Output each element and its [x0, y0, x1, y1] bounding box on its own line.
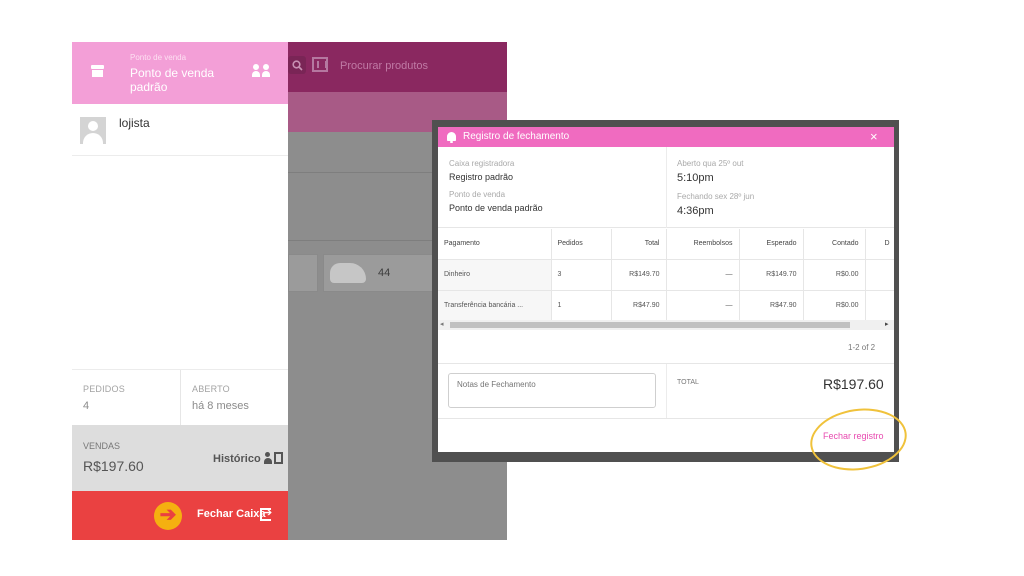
history-label: Histórico — [213, 452, 261, 465]
close-cash-button[interactable]: ➔ Fechar Caixa — [72, 491, 288, 540]
column-header[interactable]: Esperado — [739, 229, 804, 260]
closing-notes-input[interactable] — [448, 373, 656, 408]
pos-name: Ponto de venda padrão — [130, 66, 215, 94]
user-row: lojista — [72, 104, 288, 156]
scroll-right-icon[interactable]: ▸ — [885, 320, 889, 328]
opened-label: Aberto qua 25º out — [677, 159, 744, 168]
total-label: TOTAL — [677, 379, 699, 386]
horizontal-scrollbar[interactable]: ◂ ▸ — [438, 320, 894, 330]
product-image — [330, 263, 366, 283]
opened-time: 5:10pm — [677, 172, 714, 184]
barcode-icon[interactable] — [312, 57, 328, 72]
payments-table: Pagamento Pedidos Total Reembolsos Esper… — [438, 229, 894, 322]
table-row: Transferência bancária ... 1 R$47.90 — R… — [438, 290, 894, 322]
table-cell: R$149.70 — [611, 259, 667, 291]
users-icon[interactable] — [252, 64, 270, 78]
search-input[interactable]: Procurar produtos — [340, 60, 428, 72]
column-header[interactable]: Pagamento — [438, 229, 552, 260]
bell-icon — [447, 132, 456, 143]
closing-register-modal: Registro de fechamento × Caixa registrad… — [438, 127, 894, 452]
table-cell: — — [666, 290, 740, 322]
table-cell: R$0.00 — [803, 290, 866, 322]
table-cell: Transferência bancária ... — [438, 290, 552, 322]
table-cell: 1 — [551, 290, 612, 322]
pagination-info: 1-2 of 2 — [848, 343, 876, 352]
sales-box: VENDAS R$197.60 Histórico — [72, 425, 288, 491]
column-header[interactable]: Pedidos — [551, 229, 612, 260]
pos-label: Ponto de venda — [449, 190, 506, 199]
table-cell: 3 — [551, 259, 612, 291]
table-cell: R$0.00 — [803, 259, 866, 291]
table-cell — [865, 290, 894, 322]
closed-label: Fechando sex 28º jun — [677, 192, 755, 201]
table-cell: Dinheiro — [438, 259, 552, 291]
stat-divider — [180, 370, 181, 426]
arrow-right-icon: ➔ — [154, 502, 182, 530]
pos-value: Ponto de venda padrão — [449, 203, 543, 213]
history-button[interactable]: Histórico — [213, 452, 283, 465]
sales-value: R$197.60 — [83, 458, 144, 474]
register-info: Caixa registradora Registro padrão Ponto… — [438, 147, 894, 228]
payments-table-container[interactable]: Pagamento Pedidos Total Reembolsos Esper… — [438, 229, 894, 333]
info-divider — [666, 147, 667, 228]
orders-label: PEDIDOS — [83, 384, 125, 394]
modal-title: Registro de fechamento — [463, 131, 570, 142]
pos-header[interactable]: Ponto de venda Ponto de venda padrão — [72, 42, 288, 104]
product-card[interactable] — [288, 254, 318, 292]
table-header-row: Pagamento Pedidos Total Reembolsos Esper… — [438, 229, 894, 260]
user-name: lojista — [119, 116, 150, 130]
close-cash-label: Fechar Caixa — [197, 508, 266, 520]
closed-time: 4:36pm — [677, 205, 714, 217]
table-cell: — — [666, 259, 740, 291]
register-label: Caixa registradora — [449, 159, 515, 168]
open-stat: ABERTO há 8 meses — [192, 384, 249, 412]
pos-label: Ponto de venda — [130, 53, 187, 62]
register-value: Registro padrão — [449, 172, 514, 182]
orders-value: 4 — [83, 400, 90, 412]
column-header[interactable]: D — [865, 229, 894, 260]
column-header[interactable]: Total — [611, 229, 667, 260]
table-row: Dinheiro 3 R$149.70 — R$149.70 R$0.00 — [438, 259, 894, 291]
open-value: há 8 meses — [192, 400, 249, 412]
table-cell: R$47.90 — [739, 290, 804, 322]
column-header[interactable]: Reembolsos — [666, 229, 740, 260]
open-label: ABERTO — [192, 384, 230, 394]
sales-label: VENDAS — [83, 441, 121, 451]
product-card[interactable]: 44 — [323, 254, 433, 292]
orders-stat: PEDIDOS 4 — [83, 384, 125, 412]
register-stats: PEDIDOS 4 ABERTO há 8 meses — [72, 369, 288, 426]
close-icon[interactable]: × — [870, 129, 878, 144]
divider — [666, 364, 667, 418]
total-value: R$197.60 — [823, 376, 884, 392]
column-header[interactable]: Contado — [803, 229, 866, 260]
table-cell: R$149.70 — [739, 259, 804, 291]
logout-icon — [260, 506, 272, 521]
search-icon[interactable] — [288, 56, 306, 74]
modal-header: Registro de fechamento × — [438, 127, 894, 147]
register-sidebar: Ponto de venda Ponto de venda padrão loj… — [72, 42, 288, 540]
table-cell — [865, 259, 894, 291]
product-size: 44 — [378, 267, 391, 279]
avatar — [80, 117, 106, 144]
scroll-left-icon[interactable]: ◂ — [440, 320, 444, 328]
store-icon — [91, 65, 104, 77]
scrollbar-thumb[interactable] — [450, 322, 850, 328]
history-icon — [263, 452, 283, 465]
table-cell: R$47.90 — [611, 290, 667, 322]
